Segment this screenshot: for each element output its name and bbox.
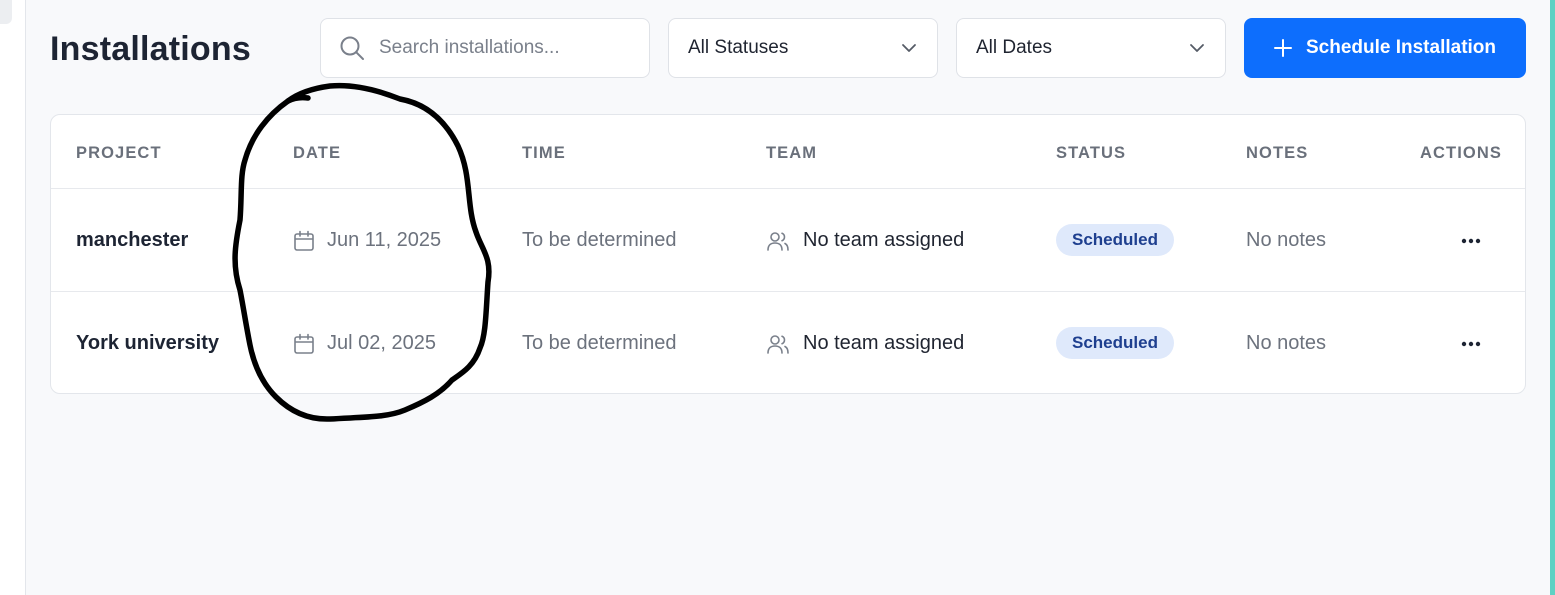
sidebar-tab-edge — [0, 0, 12, 24]
chevron-down-icon — [902, 44, 916, 52]
date-cell: Jul 02, 2025 — [293, 292, 436, 395]
users-icon — [767, 231, 789, 251]
table-row[interactable]: manchester Jun 11, 2025 To be determined… — [51, 189, 1525, 292]
column-header-project[interactable]: PROJECT — [76, 144, 162, 163]
notes-value: No notes — [1246, 229, 1327, 251]
table-header: PROJECT DATE TIME TEAM STATUS NOTES ACTI… — [51, 115, 1525, 189]
search-icon — [340, 36, 364, 60]
calendar-icon — [294, 230, 314, 251]
date-filter-value: All Dates — [976, 37, 1053, 58]
calendar-icon — [294, 333, 314, 354]
date-filter-select[interactable]: All Dates — [956, 18, 1226, 78]
column-header-notes[interactable]: NOTES — [1246, 144, 1308, 163]
search-field[interactable] — [320, 18, 650, 78]
project-name[interactable]: York university — [76, 292, 219, 395]
installations-table: PROJECT DATE TIME TEAM STATUS NOTES ACTI… — [50, 114, 1526, 394]
table-row[interactable]: York university Jul 02, 2025 To be deter… — [51, 292, 1525, 395]
status-filter-select[interactable]: All Statuses — [668, 18, 938, 78]
more-horizontal-icon — [1461, 341, 1481, 346]
date-value: Jun 11, 2025 — [327, 229, 442, 251]
team-value: No team assigned — [803, 332, 965, 354]
status-cell: Scheduled — [1056, 292, 1174, 395]
users-icon — [767, 334, 789, 354]
team-cell: No team assigned — [766, 189, 964, 292]
row-actions-button[interactable] — [1449, 292, 1493, 395]
project-name[interactable]: manchester — [76, 189, 188, 292]
status-badge: Scheduled — [1056, 223, 1174, 256]
status-cell: Scheduled — [1056, 189, 1174, 292]
page-title: Installations — [50, 30, 251, 68]
more-horizontal-icon — [1461, 238, 1481, 243]
team-cell: No team assigned — [766, 292, 964, 395]
date-value: Jul 02, 2025 — [327, 332, 436, 354]
column-header-time[interactable]: TIME — [522, 144, 566, 163]
team-value: No team assigned — [803, 229, 965, 251]
schedule-installation-label: Schedule Installation — [1305, 37, 1497, 58]
chevron-down-icon — [1190, 44, 1204, 52]
column-header-date[interactable]: DATE — [293, 144, 341, 163]
notes-value: No notes — [1246, 332, 1327, 354]
left-sidebar-edge — [0, 0, 26, 595]
status-badge: Scheduled — [1056, 326, 1174, 359]
time-value: To be determined — [522, 229, 677, 251]
plus-icon — [1273, 39, 1292, 57]
column-header-team[interactable]: TEAM — [766, 144, 817, 163]
status-filter-value: All Statuses — [688, 37, 789, 58]
time-value: To be determined — [522, 332, 677, 354]
right-edge-accent — [1550, 0, 1555, 595]
schedule-installation-button[interactable]: Schedule Installation — [1244, 18, 1526, 78]
row-actions-button[interactable] — [1449, 189, 1493, 292]
date-cell: Jun 11, 2025 — [293, 189, 441, 292]
search-input[interactable] — [379, 37, 639, 59]
column-header-status[interactable]: STATUS — [1056, 144, 1126, 163]
column-header-actions: ACTIONS — [1420, 144, 1502, 162]
